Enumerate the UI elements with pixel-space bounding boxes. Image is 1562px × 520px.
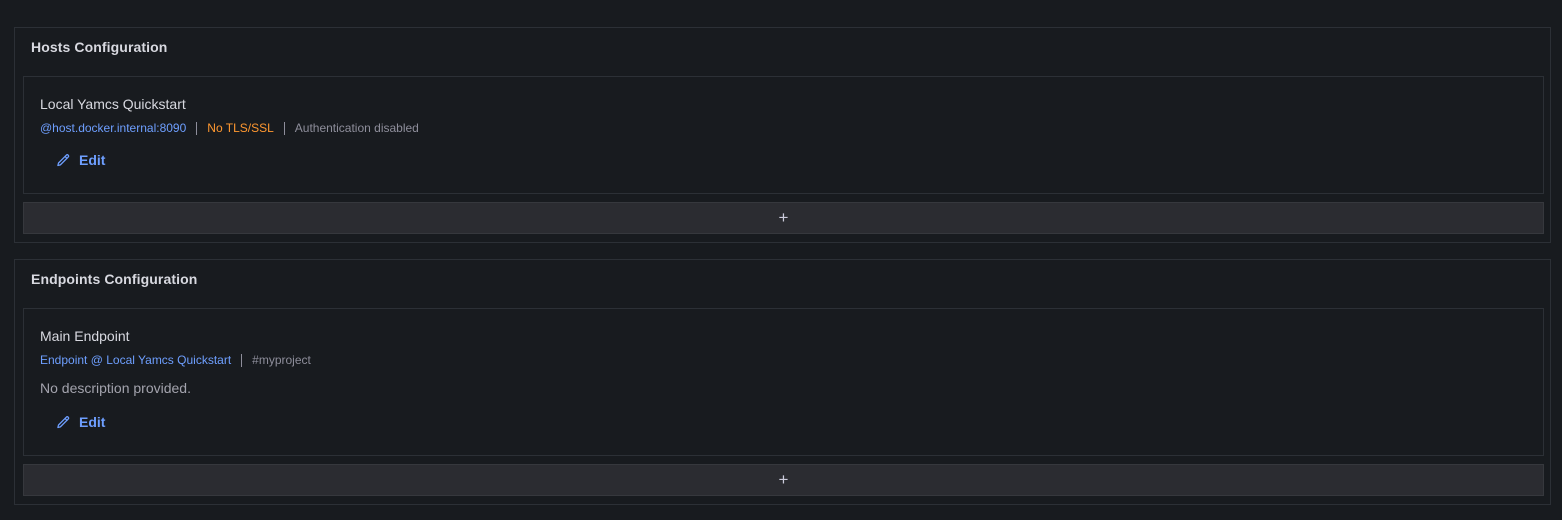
endpoint-host-link[interactable]: Endpoint @ Local Yamcs Quickstart (40, 353, 231, 367)
plus-icon: + (778, 208, 789, 227)
edit-label: Edit (79, 152, 106, 168)
edit-host-button[interactable]: Edit (56, 152, 105, 168)
pencil-icon (56, 153, 71, 168)
page-root: Hosts Configuration Local Yamcs Quicksta… (0, 0, 1562, 520)
tls-status: No TLS/SSL (207, 121, 274, 135)
endpoints-section-title: Endpoints Configuration (31, 271, 198, 287)
endpoint-card: Main Endpoint Endpoint @ Local Yamcs Qui… (23, 308, 1544, 456)
endpoint-description: No description provided. (40, 380, 191, 396)
hosts-configuration-section: Hosts Configuration Local Yamcs Quicksta… (14, 27, 1551, 243)
add-host-button[interactable]: + (23, 202, 1544, 234)
auth-status: Authentication disabled (294, 121, 419, 135)
separator (283, 121, 285, 135)
endpoint-meta: Endpoint @ Local Yamcs Quickstart #mypro… (40, 353, 311, 367)
endpoints-configuration-section: Endpoints Configuration Main Endpoint En… (14, 259, 1551, 505)
hosts-section-title: Hosts Configuration (31, 39, 168, 55)
plus-icon: + (778, 470, 789, 489)
host-card: Local Yamcs Quickstart @host.docker.inte… (23, 76, 1544, 194)
host-meta: @host.docker.internal:8090 No TLS/SSL Au… (40, 121, 419, 135)
endpoint-project: #myproject (252, 353, 311, 367)
host-name: Local Yamcs Quickstart (40, 96, 186, 112)
add-endpoint-button[interactable]: + (23, 464, 1544, 496)
edit-label: Edit (79, 414, 106, 430)
edit-endpoint-button[interactable]: Edit (56, 414, 105, 430)
separator (241, 353, 243, 367)
endpoint-name: Main Endpoint (40, 328, 130, 344)
separator (196, 121, 198, 135)
host-address[interactable]: @host.docker.internal:8090 (40, 121, 186, 135)
pencil-icon (56, 415, 71, 430)
